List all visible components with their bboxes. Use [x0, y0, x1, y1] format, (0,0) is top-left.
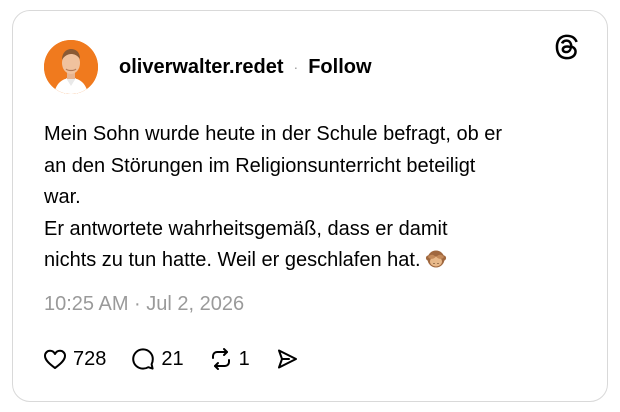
post-card: oliverwalter.redet · Follow Mein Sohn wu… [12, 10, 608, 402]
see-no-evil-monkey-emoji-icon [425, 248, 447, 270]
avatar-photo [44, 40, 98, 94]
post-text-line: Mein Sohn wurde heute in der Schule befr… [44, 123, 503, 145]
like-button[interactable]: 728 [42, 346, 106, 372]
threads-logo-icon[interactable] [553, 33, 581, 61]
post-text-line: Er antwortete wahrheitsgemäß, dass er da… [44, 217, 448, 240]
share-icon [274, 346, 300, 372]
action-bar: 728 21 1 [42, 345, 324, 373]
post-text-line: an den Störungen im Religionsunterricht … [44, 154, 476, 177]
username-link[interactable]: oliverwalter.redet [119, 56, 284, 79]
avatar[interactable] [44, 40, 98, 94]
repost-button[interactable]: 1 [208, 346, 250, 372]
separator-dot: · [293, 59, 299, 75]
post-text-line: war. [44, 186, 81, 208]
post-text: Mein Sohn wurde heute in der Schule befr… [44, 119, 584, 277]
heart-icon [42, 346, 68, 372]
follow-button[interactable]: Follow [308, 56, 371, 79]
post-timestamp[interactable]: 10:25 AM · Jul 2, 2026 [44, 293, 244, 316]
post-header: oliverwalter.redet · Follow [44, 39, 372, 95]
like-count: 728 [73, 347, 107, 370]
share-button[interactable] [274, 346, 300, 372]
comment-icon [130, 346, 156, 372]
repost-icon [208, 346, 234, 372]
reply-button[interactable]: 21 [130, 346, 184, 372]
reply-count: 21 [161, 347, 184, 370]
post-text-line-last: nichts zu tun hatte. Weil er geschlafen … [44, 245, 584, 277]
post-text-line: nichts zu tun hatte. Weil er geschlafen … [44, 249, 421, 271]
repost-count: 1 [238, 347, 250, 370]
